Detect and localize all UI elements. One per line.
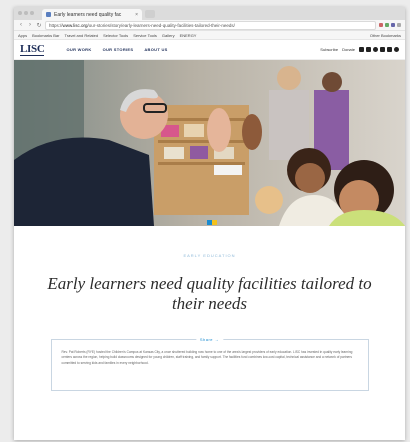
address-bar-row: ‹ › ↻ https://www.lisc.org/our-stories/s…	[14, 20, 405, 31]
youtube-icon[interactable]	[387, 47, 392, 52]
twitter-icon[interactable]	[366, 47, 371, 52]
article: EARLY EDUCATION Early learners need qual…	[14, 226, 405, 391]
reload-icon[interactable]: ↻	[36, 22, 42, 29]
forward-icon[interactable]: ›	[27, 22, 33, 28]
url-path: /our-stories/story/early-learners-need-q…	[87, 22, 235, 28]
main-nav: OUR WORK OUR STORIES ABOUT US	[66, 47, 167, 52]
tab-close-icon[interactable]: ×	[135, 12, 138, 18]
tab-title: Early learners need quality fac	[54, 11, 122, 18]
category-tag[interactable]: EARLY EDUCATION	[14, 253, 405, 258]
nav-our-stories[interactable]: OUR STORIES	[103, 47, 134, 52]
nav-our-work[interactable]: OUR WORK	[66, 47, 91, 52]
facebook-icon[interactable]	[359, 47, 364, 52]
minimize-window-icon[interactable]	[24, 11, 28, 15]
bookmark-item[interactable]: ENERGY	[180, 33, 197, 38]
window-controls	[18, 11, 34, 15]
search-icon[interactable]	[394, 47, 399, 52]
extension-icon[interactable]	[391, 23, 395, 27]
pinterest-icon[interactable]	[373, 47, 378, 52]
nav-about-us[interactable]: ABOUT US	[144, 47, 167, 52]
summary-text: Rev. Pat Roberts (RYE) hosted the Childr…	[61, 350, 353, 365]
browser-window: Early learners need quality fac × ‹ › ↻ …	[14, 7, 405, 440]
url-input[interactable]: https://www.lisc.org/our-stories/story/e…	[45, 20, 376, 30]
active-tab[interactable]: Early learners need quality fac ×	[42, 9, 142, 20]
url-host: www.lisc.org	[62, 22, 88, 28]
maximize-window-icon[interactable]	[30, 11, 34, 15]
url-prefix: https://	[49, 22, 63, 28]
headline: Early learners need quality facilities t…	[47, 274, 372, 313]
bookmark-item[interactable]: Gallery	[162, 33, 175, 38]
donate-link[interactable]: Donate	[342, 47, 355, 52]
extension-icons	[379, 23, 401, 27]
lisc-logo[interactable]: LISC	[20, 43, 45, 56]
bookmark-item[interactable]: Apps	[18, 33, 27, 38]
menu-icon[interactable]	[397, 23, 401, 27]
header-utilities: Subscribe Donate	[320, 47, 399, 52]
tab-strip: Early learners need quality fac ×	[14, 7, 405, 20]
subscribe-link[interactable]: Subscribe	[320, 47, 338, 52]
hero-image	[14, 60, 405, 226]
share-link[interactable]: Share →	[195, 337, 224, 342]
new-tab-button[interactable]	[145, 10, 155, 18]
bookmark-item[interactable]: Bookmarks Bar	[32, 33, 59, 38]
summary-box: Share → Rev. Pat Roberts (RYE) hosted th…	[50, 337, 369, 391]
bookmark-item[interactable]: Service Tools	[133, 33, 157, 38]
flickr-icon[interactable]	[380, 47, 385, 52]
back-icon[interactable]: ‹	[18, 22, 24, 28]
hero-photo-illustration	[14, 60, 405, 226]
bookmark-item[interactable]: Selector Tools	[103, 33, 128, 38]
bookmarks-bar: Apps Bookmarks Bar Travel and Related Se…	[14, 31, 405, 40]
other-bookmarks[interactable]: Other Bookmarks	[370, 33, 401, 38]
image-credit-marker	[207, 220, 217, 225]
extension-icon[interactable]	[379, 23, 383, 27]
close-window-icon[interactable]	[18, 11, 22, 15]
bookmark-item[interactable]: Travel and Related	[64, 33, 98, 38]
social-links	[359, 47, 399, 52]
favicon-icon	[46, 12, 51, 17]
site-header: LISC OUR WORK OUR STORIES ABOUT US Subsc…	[14, 40, 405, 60]
extension-icon[interactable]	[385, 23, 389, 27]
